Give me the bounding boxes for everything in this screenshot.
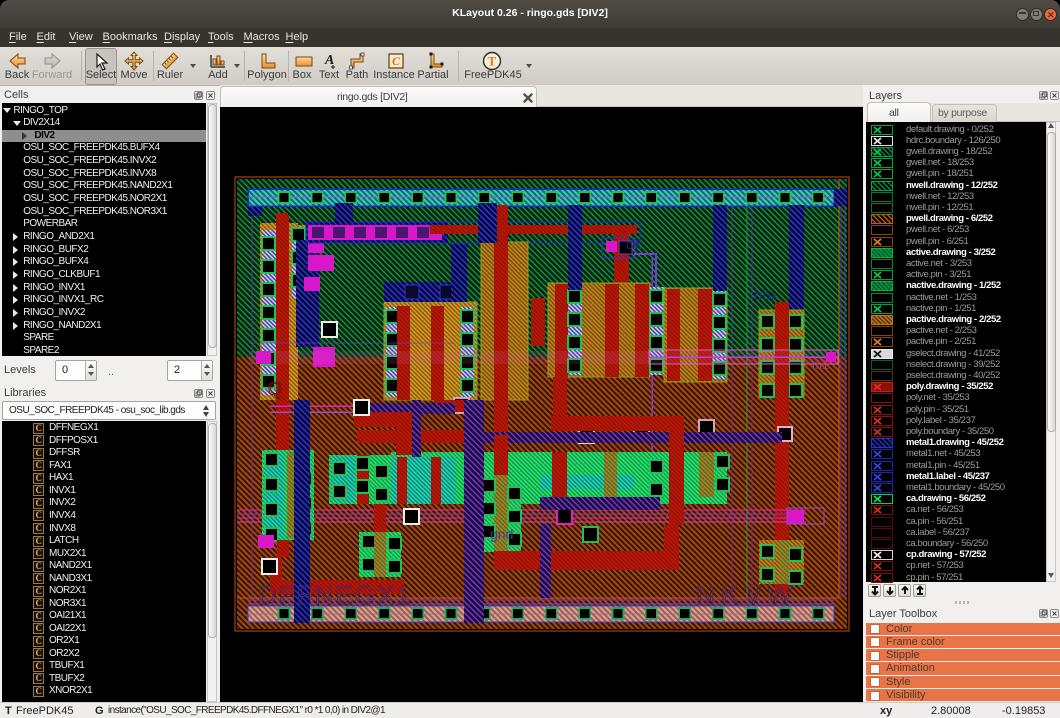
- svg-text:DFFNEGX1: DFFNEGX1: [258, 580, 413, 610]
- svg-text:NKVW: NKVW: [696, 580, 798, 610]
- svg-text:C: C: [392, 54, 401, 68]
- svg-text:Q: Q: [268, 379, 282, 399]
- svg-text:gnd: gnd: [490, 526, 513, 542]
- svg-text:clk: clk: [626, 237, 642, 252]
- svg-text:bbx: bbx: [754, 287, 779, 304]
- svg-text:T: T: [488, 54, 497, 69]
- svg-text:m1: m1: [812, 358, 829, 372]
